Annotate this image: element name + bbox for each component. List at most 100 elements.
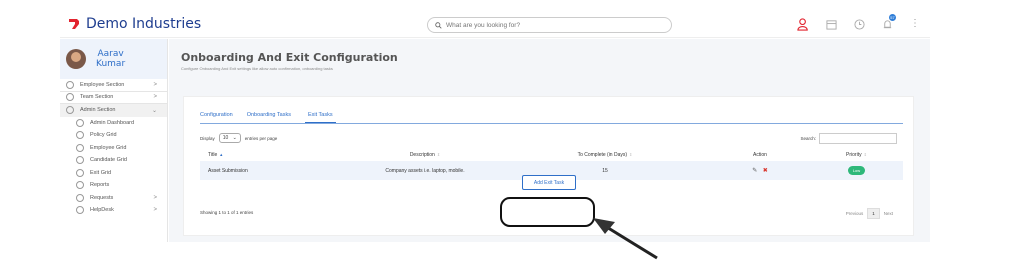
policy-icon — [76, 131, 84, 140]
header-icons: 57 ⋮ — [796, 14, 922, 31]
tab-onboarding-tasks[interactable]: Onboarding Tasks — [247, 112, 291, 123]
sidebar-item-label: Team Section — [80, 94, 114, 101]
sidebar-item-label: Admin Dashboard — [90, 119, 135, 126]
sidebar-item-employee-section[interactable]: Employee Section > — [60, 79, 167, 92]
sidebar-item-label: Candidate Grid — [90, 157, 127, 164]
clock-icon[interactable] — [852, 17, 866, 31]
page-button-current[interactable]: 1 — [867, 208, 880, 219]
column-header-action: Action — [753, 152, 767, 158]
table-info: Showing 1 to 1 of 1 entries — [200, 210, 254, 215]
pointer-arrow-annotation — [585, 212, 665, 267]
sidebar-item-policy-grid[interactable]: Policy Grid — [60, 129, 167, 142]
sort-asc-icon: ▲ — [219, 152, 224, 157]
cell-description: Company assets i.e. laptop, mobile. — [385, 167, 465, 174]
notification-badge: 57 — [889, 14, 896, 21]
requests-icon — [76, 193, 84, 202]
sidebar-item-label: Exit Grid — [90, 169, 112, 176]
profile-first-name: Aarav — [97, 49, 124, 59]
sidebar-item-admin-dashboard[interactable]: Admin Dashboard — [60, 117, 167, 130]
search-icon — [435, 21, 442, 29]
exit-icon — [76, 168, 84, 177]
entries-label: entries per page — [244, 135, 278, 141]
top-bar: Demo Industries 57 ⋮ — [60, 12, 930, 38]
brand[interactable]: Demo Industries — [68, 16, 201, 32]
kebab-menu-icon[interactable]: ⋮ — [908, 17, 922, 31]
sort-icon: ⇕ — [436, 152, 441, 157]
highlight-annotation — [500, 197, 595, 227]
add-exit-task-button[interactable]: Add Exit Task — [522, 175, 576, 190]
column-header-description[interactable]: Description ⇕ — [350, 149, 500, 161]
employees-icon — [76, 143, 84, 152]
brand-name: Demo Industries — [86, 16, 202, 32]
search-input[interactable] — [446, 21, 646, 29]
cell-priority: Low — [810, 161, 903, 180]
profile-last-name: Kumar — [96, 59, 126, 69]
sidebar-item-label: Admin Section — [80, 107, 116, 114]
sidebar-item-label: HelpDesk — [90, 207, 114, 214]
chevron-right-icon: > — [153, 194, 157, 201]
chevron-right-icon: > — [153, 207, 157, 214]
cell-action: ✎ ✖ — [710, 161, 810, 180]
sidebar-item-employee-grid[interactable]: Employee Grid — [60, 142, 167, 155]
previous-page-button[interactable]: Previous — [846, 211, 864, 216]
tab-divider — [200, 123, 903, 124]
table-search-input[interactable] — [819, 133, 897, 144]
edit-icon[interactable]: ✎ — [752, 168, 757, 174]
page-subtitle: Configure Onboarding And Exit settings l… — [181, 66, 333, 71]
sort-icon: ⇕ — [863, 152, 867, 157]
dashboard-icon — [76, 118, 84, 127]
avatar — [66, 49, 86, 69]
tab-exit-tasks[interactable]: Exit Tasks — [304, 112, 336, 123]
sidebar-item-label: Requests — [90, 194, 114, 201]
priority-badge: Low — [847, 166, 866, 175]
cell-title: Asset Submission — [208, 167, 248, 174]
sidebar-item-team-section[interactable]: Team Section > — [60, 92, 167, 104]
sidebar-item-candidate-grid[interactable]: Candidate Grid — [60, 154, 167, 167]
calendar-icon[interactable] — [824, 17, 838, 31]
sidebar-item-label: Employee Grid — [90, 144, 127, 151]
brand-logo-icon — [68, 18, 80, 30]
team-icon — [66, 93, 74, 102]
chevron-right-icon: > — [153, 81, 157, 88]
column-header-days[interactable]: To Complete (in Days) ⇕ — [500, 149, 710, 161]
sidebar-item-helpdesk[interactable]: HelpDesk > — [60, 204, 167, 217]
user-alert-icon[interactable] — [796, 17, 810, 31]
table-search: Search: — [800, 133, 897, 144]
profile-card[interactable]: Aarav Kumar — [60, 39, 167, 79]
tab-bar: Configuration Onboarding Tasks Exit Task… — [200, 112, 336, 123]
chevron-right-icon: > — [153, 94, 157, 101]
delete-icon[interactable]: ✖ — [763, 168, 768, 174]
sidebar-item-exit-grid[interactable]: Exit Grid — [60, 167, 167, 180]
table-header-row: Title ▲ Description ⇕ To Complete (in Days… — [200, 149, 903, 161]
column-header-priority[interactable]: Priority ⇕ — [810, 149, 903, 161]
reports-icon — [76, 181, 84, 190]
sidebar-item-requests[interactable]: Requests > — [60, 192, 167, 205]
page-size-value: 10 — [222, 135, 229, 141]
candidate-icon — [76, 156, 84, 165]
page-title: Onboarding And Exit Configuration — [181, 51, 398, 64]
display-label: Display — [200, 135, 215, 141]
page-size-select[interactable]: 10 ⌄ — [218, 133, 241, 143]
chevron-down-icon: ⌄ — [232, 135, 237, 141]
user-icon — [66, 80, 74, 89]
helpdesk-icon — [76, 206, 84, 215]
bell-icon[interactable]: 57 — [880, 14, 896, 31]
profile-name: Aarav Kumar — [96, 49, 125, 69]
table-search-label: Search: — [800, 136, 816, 141]
global-search[interactable] — [427, 17, 672, 33]
sort-icon: ⇕ — [629, 152, 633, 157]
sidebar-item-reports[interactable]: Reports — [60, 179, 167, 192]
admin-icon — [66, 106, 74, 115]
column-header-title[interactable]: Title ▲ — [200, 149, 350, 161]
sidebar-item-label: Reports — [90, 182, 110, 189]
pagination: Previous 1 Next — [846, 208, 893, 219]
tab-configuration[interactable]: Configuration — [200, 112, 233, 123]
sidebar: Aarav Kumar Employee Section > Team Sect… — [60, 39, 168, 242]
app-window: Demo Industries 57 ⋮ — [60, 12, 930, 242]
page-size-control: Display 10 ⌄ entries per page — [200, 133, 277, 143]
sidebar-item-label: Employee Section — [80, 81, 125, 88]
chevron-down-icon: ⌄ — [151, 107, 157, 114]
sidebar-item-admin-section[interactable]: Admin Section ⌄ — [60, 104, 167, 117]
next-page-button[interactable]: Next — [884, 211, 893, 216]
sidebar-item-label: Policy Grid — [90, 132, 117, 139]
